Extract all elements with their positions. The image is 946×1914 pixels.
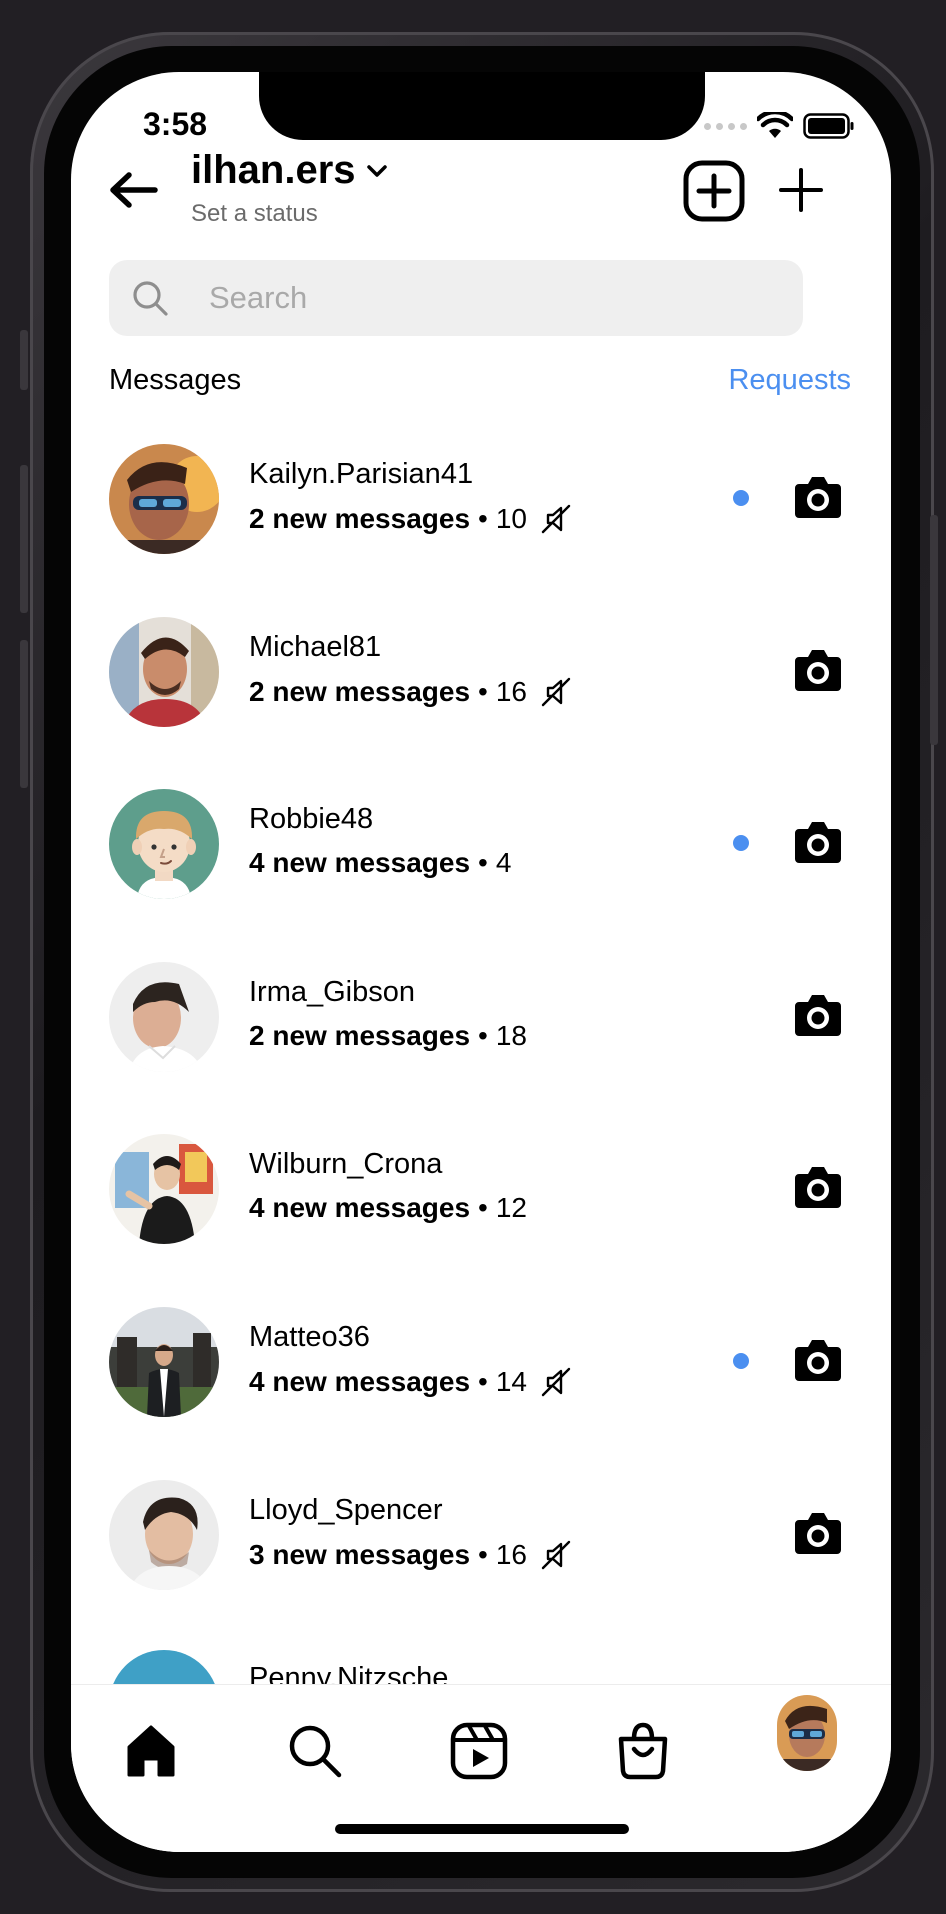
chevron-down-icon — [366, 164, 387, 177]
conversation-time: 14 — [495, 1365, 527, 1397]
home-icon[interactable] — [121, 1721, 181, 1781]
side-button — [930, 515, 938, 745]
separator-dot: • — [478, 503, 488, 534]
muted-icon — [541, 1367, 571, 1397]
conversation-name: Robbie48 — [249, 803, 374, 836]
conversation-name: Michael81 — [249, 630, 382, 663]
conversation-time: 10 — [495, 503, 527, 534]
new-message-icon[interactable] — [773, 162, 829, 218]
conversation-time: 12 — [495, 1192, 527, 1224]
conversation-summary: 2 new messages • 18 — [249, 1020, 527, 1052]
search-icon — [133, 281, 168, 316]
search-icon[interactable] — [285, 1721, 345, 1781]
conversation-summary: 4 new messages • 12 — [249, 1192, 527, 1224]
new-messages-count: 4 new messages — [249, 1365, 471, 1397]
account-switcher[interactable]: ilhan.ers — [191, 148, 388, 193]
avatar[interactable] — [109, 444, 219, 554]
conversation-name: Matteo36 — [249, 1320, 370, 1353]
new-post-icon[interactable] — [683, 160, 745, 222]
unread-indicator — [733, 835, 749, 852]
status-icons — [704, 112, 855, 140]
camera-icon[interactable] — [793, 1337, 843, 1383]
camera-icon[interactable] — [793, 1164, 843, 1210]
conversation-name: Wilburn_Crona — [249, 1148, 443, 1181]
conversation-row[interactable]: Lloyd_Spencer 3 new messages • 16 — [71, 1479, 891, 1653]
conversation-list: Kailyn.Parisian41 2 new messages • 10 Mi… — [71, 444, 891, 1652]
conversation-time: 4 — [495, 847, 512, 879]
conversation-name: Kailyn.Parisian41 — [249, 458, 474, 490]
battery-icon — [803, 113, 854, 139]
separator-dot: • — [478, 1019, 488, 1051]
separator-dot: • — [478, 1192, 488, 1224]
conversation-row[interactable]: Michael81 2 new messages • 16 — [71, 616, 891, 790]
separator-dot: • — [478, 675, 488, 707]
conversation-summary: 2 new messages • 10 — [249, 502, 573, 536]
new-messages-count: 2 new messages — [249, 503, 471, 534]
conversation-summary: 2 new messages • 16 — [249, 675, 573, 709]
muted-icon — [541, 677, 571, 706]
unread-indicator — [733, 1352, 749, 1369]
shop-icon[interactable] — [613, 1721, 673, 1781]
wifi-icon — [757, 112, 793, 138]
side-button — [20, 465, 28, 613]
new-messages-count: 3 new messages — [249, 1538, 471, 1570]
new-messages-count: 2 new messages — [249, 675, 471, 707]
conversation-row[interactable]: Irma_Gibson 2 new messages • 18 — [71, 961, 891, 1135]
requests-link[interactable]: Requests — [728, 364, 851, 397]
conversation-summary: 4 new messages • 14 — [249, 1365, 573, 1399]
conversation-time: 16 — [495, 1538, 527, 1570]
new-messages-count: 4 new messages — [249, 1192, 471, 1224]
home-indicator[interactable] — [335, 1824, 629, 1834]
profile-avatar[interactable] — [777, 1695, 837, 1771]
avatar[interactable] — [109, 789, 219, 900]
avatar[interactable] — [109, 1134, 219, 1245]
camera-icon[interactable] — [793, 1510, 843, 1556]
avatar[interactable] — [109, 961, 219, 1072]
unread-indicator — [733, 490, 749, 506]
conversation-summary: 3 new messages • 16 — [249, 1538, 573, 1572]
camera-icon[interactable] — [793, 992, 843, 1038]
muted-icon — [541, 1540, 571, 1569]
conversation-summary: 4 new messages • 4 — [249, 847, 511, 879]
conversation-row[interactable]: Wilburn_Crona 4 new messages • 12 — [71, 1134, 891, 1307]
cellular-signal-icon — [704, 122, 747, 130]
avatar[interactable] — [109, 1479, 219, 1590]
separator-dot: • — [478, 847, 488, 879]
camera-icon[interactable] — [793, 647, 843, 693]
conversation-time: 16 — [495, 675, 527, 707]
conversation-name: Irma_Gibson — [249, 975, 416, 1008]
status-time: 3:58 — [143, 106, 208, 142]
conversation-row[interactable]: Kailyn.Parisian41 2 new messages • 10 — [71, 444, 891, 617]
muted-icon — [541, 504, 571, 534]
set-status-link[interactable]: Set a status — [191, 200, 318, 228]
search-bar[interactable] — [109, 260, 803, 336]
conversation-row[interactable]: Robbie48 4 new messages • 4 — [71, 789, 891, 962]
side-button — [20, 330, 28, 390]
conversation-row[interactable]: Matteo36 4 new messages • 14 — [71, 1306, 891, 1480]
conversation-time: 18 — [495, 1019, 527, 1051]
avatar[interactable] — [109, 1306, 219, 1417]
search-input[interactable] — [207, 279, 771, 317]
new-messages-count: 2 new messages — [249, 1019, 471, 1051]
side-button — [20, 640, 28, 788]
phone-screen: 3:58 ilhan.ers Set a status Search Messa… — [71, 72, 891, 1852]
camera-icon[interactable] — [793, 819, 843, 865]
username: ilhan.ers — [191, 148, 356, 192]
separator-dot: • — [478, 1538, 488, 1570]
avatar[interactable] — [109, 616, 219, 727]
conversation-name: Lloyd_Spencer — [249, 1493, 443, 1526]
messages-heading: Messages — [109, 364, 242, 396]
notch — [259, 72, 705, 140]
reels-icon[interactable] — [449, 1721, 509, 1781]
back-arrow-icon[interactable] — [105, 162, 161, 218]
new-messages-count: 4 new messages — [249, 847, 471, 879]
camera-icon[interactable] — [793, 474, 843, 520]
separator-dot: • — [478, 1365, 488, 1397]
